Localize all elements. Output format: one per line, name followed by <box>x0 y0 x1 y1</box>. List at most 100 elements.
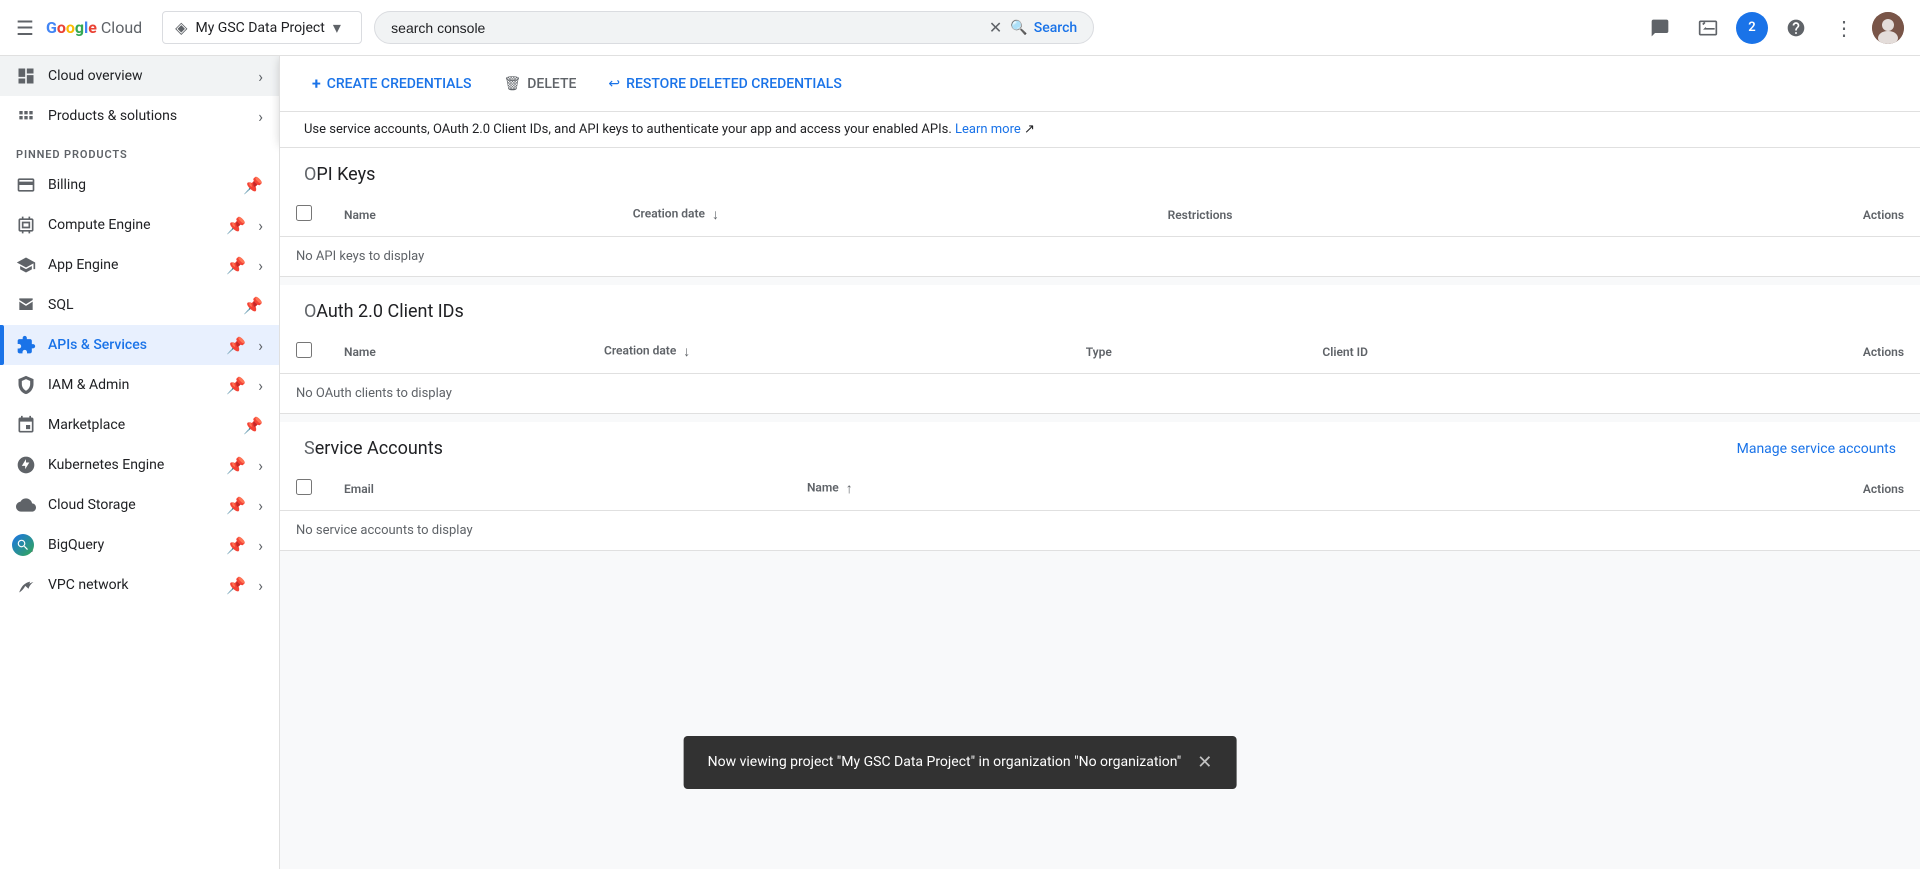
menu-icon[interactable]: ☰ <box>16 16 34 40</box>
action-bar: + CREATE CREDENTIALS 🗑 DELETE ↩ RESTORE … <box>280 56 1920 112</box>
topbar-right: 2 ⋮ <box>1640 8 1904 48</box>
sql-icon <box>16 295 36 315</box>
cloud-overview-chevron-icon: › <box>258 67 263 86</box>
app-engine-chevron-icon: › <box>258 256 263 275</box>
iam-pin-icon: 📌 <box>226 376 246 395</box>
api-keys-select-all-checkbox[interactable] <box>296 205 312 221</box>
kubernetes-pin-icon: 📌 <box>226 456 246 475</box>
apis-icon <box>16 335 36 355</box>
restore-icon: ↩ <box>608 76 620 92</box>
api-keys-restrictions-header: Restrictions <box>1152 193 1590 237</box>
sidebar-item-kubernetes-engine[interactable]: Kubernetes Engine 📌 › <box>0 445 279 485</box>
sa-email-header: Email <box>328 467 791 511</box>
vpc-icon <box>16 575 36 595</box>
sidebar-item-label-bigquery: BigQuery <box>48 537 214 553</box>
more-options-icon[interactable]: ⋮ <box>1824 8 1864 48</box>
info-text: Use service accounts, OAuth 2.0 Client I… <box>304 122 955 137</box>
compute-pin-icon: 📌 <box>226 216 246 235</box>
vpc-pin-icon: 📌 <box>226 576 246 595</box>
sidebar-item-bigquery[interactable]: BigQuery 📌 › <box>0 525 279 565</box>
sidebar-item-label-cloud-overview: Cloud overview <box>48 68 246 84</box>
project-name: My GSC Data Project <box>195 20 324 36</box>
plus-icon: + <box>312 74 321 93</box>
api-keys-empty-message: No API keys to display <box>280 237 1920 277</box>
project-selector[interactable]: ◈ My GSC Data Project ▾ <box>162 11 362 44</box>
oauth-select-all-checkbox[interactable] <box>296 342 312 358</box>
help-icon[interactable] <box>1776 8 1816 48</box>
learn-more-link[interactable]: Learn more <box>955 122 1021 137</box>
search-clear-icon[interactable]: ✕ <box>989 18 1002 37</box>
oauth-section: OAuth 2.0 Client IDs Name Creation date … <box>280 285 1920 414</box>
cloud-storage-pin-icon: 📌 <box>226 496 246 515</box>
sa-name-header[interactable]: Name ↑ <box>791 467 1373 511</box>
notification-badge[interactable]: 2 <box>1736 12 1768 44</box>
sidebar-item-label-iam-admin: IAM & Admin <box>48 377 214 393</box>
sidebar-item-compute-engine[interactable]: Compute Engine 📌 › <box>0 205 279 245</box>
sidebar-item-label-vpc-network: VPC network <box>48 577 214 593</box>
oauth-date-header[interactable]: Creation date ↓ <box>588 330 1070 374</box>
topbar: ☰ Google Cloud ◈ My GSC Data Project ▾ ✕… <box>0 0 1920 56</box>
sidebar-item-billing[interactable]: Billing 📌 <box>0 165 279 205</box>
sidebar-item-label-sql: SQL <box>48 297 231 313</box>
create-credentials-button[interactable]: + CREATE CREDENTIALS <box>304 68 480 99</box>
sidebar-item-sql[interactable]: SQL 📌 <box>0 285 279 325</box>
delete-icon: 🗑 <box>504 76 522 92</box>
oauth-client-id-header: Client ID <box>1306 330 1622 374</box>
sidebar-item-label-compute-engine: Compute Engine <box>48 217 214 233</box>
search-button[interactable]: 🔍 Search <box>1010 20 1077 36</box>
search-input[interactable] <box>391 20 981 36</box>
app-engine-pin-icon: 📌 <box>226 256 246 275</box>
sidebar-item-apis-services[interactable]: APIs & Services 📌 › <box>0 325 279 365</box>
project-icon: ◈ <box>175 18 187 37</box>
sidebar-item-vpc-network[interactable]: VPC network 📌 › <box>0 565 279 605</box>
sidebar-item-app-engine[interactable]: App Engine 📌 › <box>0 245 279 285</box>
external-link-icon: ↗ <box>1024 122 1035 137</box>
kubernetes-icon <box>16 455 36 475</box>
apis-pin-icon: 📌 <box>226 336 246 355</box>
compute-icon <box>16 215 36 235</box>
oauth-select-all-header <box>280 330 328 374</box>
marketplace-icon <box>16 415 36 435</box>
kubernetes-chevron-icon: › <box>258 456 263 475</box>
sidebar-item-cloud-storage[interactable]: Cloud Storage 📌 › <box>0 485 279 525</box>
search-icon: 🔍 <box>1010 20 1027 36</box>
sidebar-item-products-solutions[interactable]: Products & solutions › <box>0 96 279 136</box>
sa-select-all-checkbox[interactable] <box>296 479 312 495</box>
sidebar-item-iam-admin[interactable]: IAM & Admin 📌 › <box>0 365 279 405</box>
bigquery-pin-icon: 📌 <box>226 536 246 555</box>
api-keys-date-header[interactable]: Creation date ↓ <box>617 193 1152 237</box>
sidebar-item-label-apis-services: APIs & Services <box>48 337 214 353</box>
help-content-icon[interactable] <box>1640 8 1680 48</box>
compute-chevron-icon: › <box>258 216 263 235</box>
sa-select-all-header <box>280 467 328 511</box>
sidebar-item-label-billing: Billing <box>48 177 231 193</box>
sidebar-item-marketplace[interactable]: Marketplace 📌 <box>0 405 279 445</box>
pinned-section-label: PINNED PRODUCTS <box>0 136 279 165</box>
oauth-actions-header: Actions <box>1622 330 1920 374</box>
manage-service-accounts-link[interactable]: Manage service accounts <box>1737 441 1896 457</box>
search-bar: ✕ 🔍 Search <box>374 11 1094 44</box>
service-accounts-header-row: Service Accounts Manage service accounts <box>280 422 1920 467</box>
oauth-empty-message: No OAuth clients to display <box>280 374 1920 414</box>
billing-pin-icon: 📌 <box>243 176 263 195</box>
api-keys-empty-row: No API keys to display <box>280 237 1920 277</box>
api-keys-select-all-header <box>280 193 328 237</box>
sidebar-item-label-app-engine: App Engine <box>48 257 214 273</box>
sa-empty-row: No service accounts to display <box>280 511 1920 551</box>
products-chevron-icon: › <box>258 107 263 126</box>
delete-button[interactable]: 🗑 DELETE <box>496 70 585 98</box>
avatar[interactable] <box>1872 12 1904 44</box>
divider-2 <box>280 414 1920 422</box>
bigquery-chevron-icon: › <box>258 536 263 555</box>
sidebar-item-cloud-overview[interactable]: Cloud overview › <box>0 56 279 96</box>
restore-button[interactable]: ↩ RESTORE DELETED CREDENTIALS <box>600 70 849 98</box>
api-keys-sort-icon: ↓ <box>712 207 719 223</box>
terminal-icon[interactable] <box>1688 8 1728 48</box>
apis-chevron-icon: › <box>258 336 263 355</box>
snackbar-close-button[interactable]: ✕ <box>1197 752 1212 773</box>
sidebar: Cloud overview › Dashboard Recommendatio… <box>0 56 280 869</box>
api-keys-name-header: Name <box>328 193 617 237</box>
project-chevron-icon: ▾ <box>333 18 341 37</box>
oauth-sort-icon: ↓ <box>683 344 690 360</box>
snackbar-text: Now viewing project "My GSC Data Project… <box>708 752 1182 773</box>
